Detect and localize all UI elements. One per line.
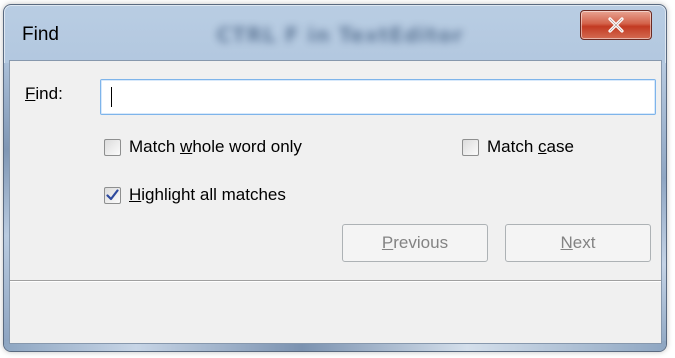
window-title: Find [22,24,59,45]
close-button[interactable] [580,10,652,40]
match-whole-word-checkbox[interactable]: Match whole word only [104,137,302,157]
previous-button[interactable]: Previous [342,224,488,262]
highlight-all-matches-checkbox[interactable]: Highlight all matches [104,185,286,205]
match-case-checkbox[interactable]: Match case [462,137,574,157]
checkbox-box[interactable] [462,138,479,156]
match-whole-word-label: Match whole word only [129,137,302,156]
close-icon [608,17,624,33]
next-button-label: Next [560,233,596,252]
checkmark-icon [106,189,119,201]
find-label-text: ind: [35,84,63,103]
previous-button-label: Previous [381,233,449,252]
find-input[interactable] [100,79,656,115]
checkbox-box[interactable] [104,138,121,156]
find-label: Find: [25,84,63,104]
next-button[interactable]: Next [505,224,651,262]
text-caret [111,87,112,107]
match-case-label: Match case [487,137,574,156]
find-label-mnemonic: F [25,84,36,103]
status-separator-highlight [10,281,661,282]
highlight-all-matches-label: Highlight all matches [129,185,286,204]
checkbox-box-checked[interactable] [104,186,121,204]
blurred-background-caption: CTRL F in TextEditor [216,23,464,47]
